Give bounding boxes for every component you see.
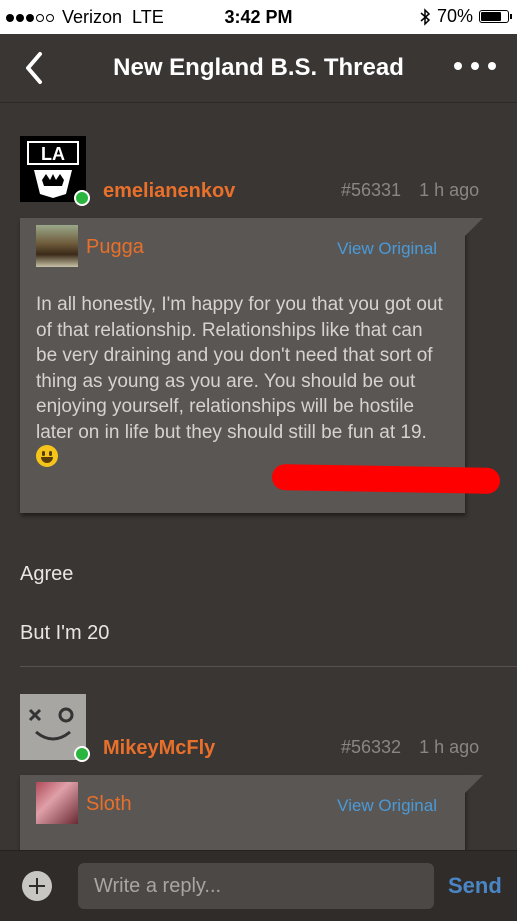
post-number: #56331 1 h ago: [341, 180, 479, 201]
quote-block: Sloth View Original: [20, 775, 483, 855]
grinning-face-icon: [36, 445, 58, 467]
battery-icon: [479, 10, 512, 23]
online-indicator: [74, 190, 90, 206]
svg-text:LA: LA: [41, 144, 65, 164]
red-annotation-mark: [271, 464, 501, 494]
thread-title: New England B.S. Thread: [113, 54, 404, 81]
quote-author-name[interactable]: Pugga: [86, 236, 144, 259]
bluetooth-icon: [420, 7, 431, 26]
post-avatar[interactable]: LA: [20, 136, 90, 206]
post-time: 1 h ago: [419, 737, 480, 757]
post-body-line: Agree: [20, 563, 74, 585]
post-body-line: But I'm 20: [20, 622, 110, 644]
ellipsis-icon[interactable]: [453, 56, 497, 76]
post-number: #56332 1 h ago: [341, 737, 479, 758]
quote-author-avatar: [36, 225, 78, 267]
add-attachment-icon[interactable]: [22, 871, 52, 901]
post-divider: [20, 666, 517, 667]
post-username[interactable]: emelianenkov: [103, 180, 235, 203]
post-number-value: #56331: [341, 180, 402, 200]
view-original-link[interactable]: View Original: [337, 239, 437, 259]
post-number-value: #56332: [341, 737, 402, 757]
quote-text: In all honestly, I'm happy for you that …: [36, 292, 448, 471]
online-indicator: [74, 746, 90, 762]
nav-bar: New England B.S. Thread: [0, 34, 517, 103]
send-button[interactable]: Send: [448, 873, 502, 899]
reply-composer: Send: [0, 850, 517, 921]
post-username[interactable]: MikeyMcFly: [103, 737, 215, 760]
status-bar: Verizon LTE 3:42 PM 70%: [0, 0, 517, 34]
post-time: 1 h ago: [419, 180, 480, 200]
quote-author-name[interactable]: Sloth: [86, 793, 132, 816]
quote-author-avatar: [36, 782, 78, 824]
reply-input[interactable]: [78, 863, 434, 909]
battery-percent: 70%: [436, 6, 473, 26]
view-original-link[interactable]: View Original: [337, 796, 437, 816]
quote-text-body: In all honestly, I'm happy for you that …: [36, 294, 443, 443]
post-avatar[interactable]: [20, 694, 90, 762]
